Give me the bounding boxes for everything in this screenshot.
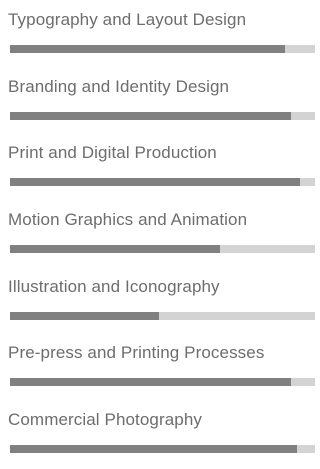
skill-progress-fill [10, 378, 291, 386]
skill-progress-track [10, 112, 315, 120]
skill-item: Branding and Identity Design [0, 76, 315, 136]
skill-progress-track [10, 245, 315, 253]
skill-label: Pre-press and Printing Processes [8, 343, 265, 362]
skill-label: Typography and Layout Design [8, 10, 247, 29]
skill-progress-track [10, 378, 315, 386]
skill-progress-fill [10, 112, 291, 120]
skill-progress-fill [10, 312, 160, 320]
skill-progress-track [10, 312, 315, 320]
skill-progress-fill [10, 45, 285, 53]
skill-label: Motion Graphics and Animation [8, 210, 248, 229]
skill-progress-track [10, 45, 315, 53]
skill-item: Illustration and Iconography [0, 276, 315, 336]
skill-progress-track [10, 445, 315, 453]
skill-progress-track [10, 178, 315, 186]
skill-item: Motion Graphics and Animation [0, 209, 315, 269]
skill-label: Branding and Identity Design [8, 77, 230, 96]
skill-label: Commercial Photography [8, 410, 203, 429]
skill-progress-fill [10, 245, 221, 253]
skill-progress-fill [10, 178, 300, 186]
skill-item: Commercial Photography [0, 409, 315, 469]
skill-progress-fill [10, 445, 297, 453]
skill-item: Pre-press and Printing Processes [0, 342, 315, 402]
skill-item: Typography and Layout Design [0, 9, 315, 69]
skill-item: Print and Digital Production [0, 142, 315, 202]
skill-label: Print and Digital Production [8, 143, 217, 162]
skill-label: Illustration and Iconography [8, 277, 220, 296]
